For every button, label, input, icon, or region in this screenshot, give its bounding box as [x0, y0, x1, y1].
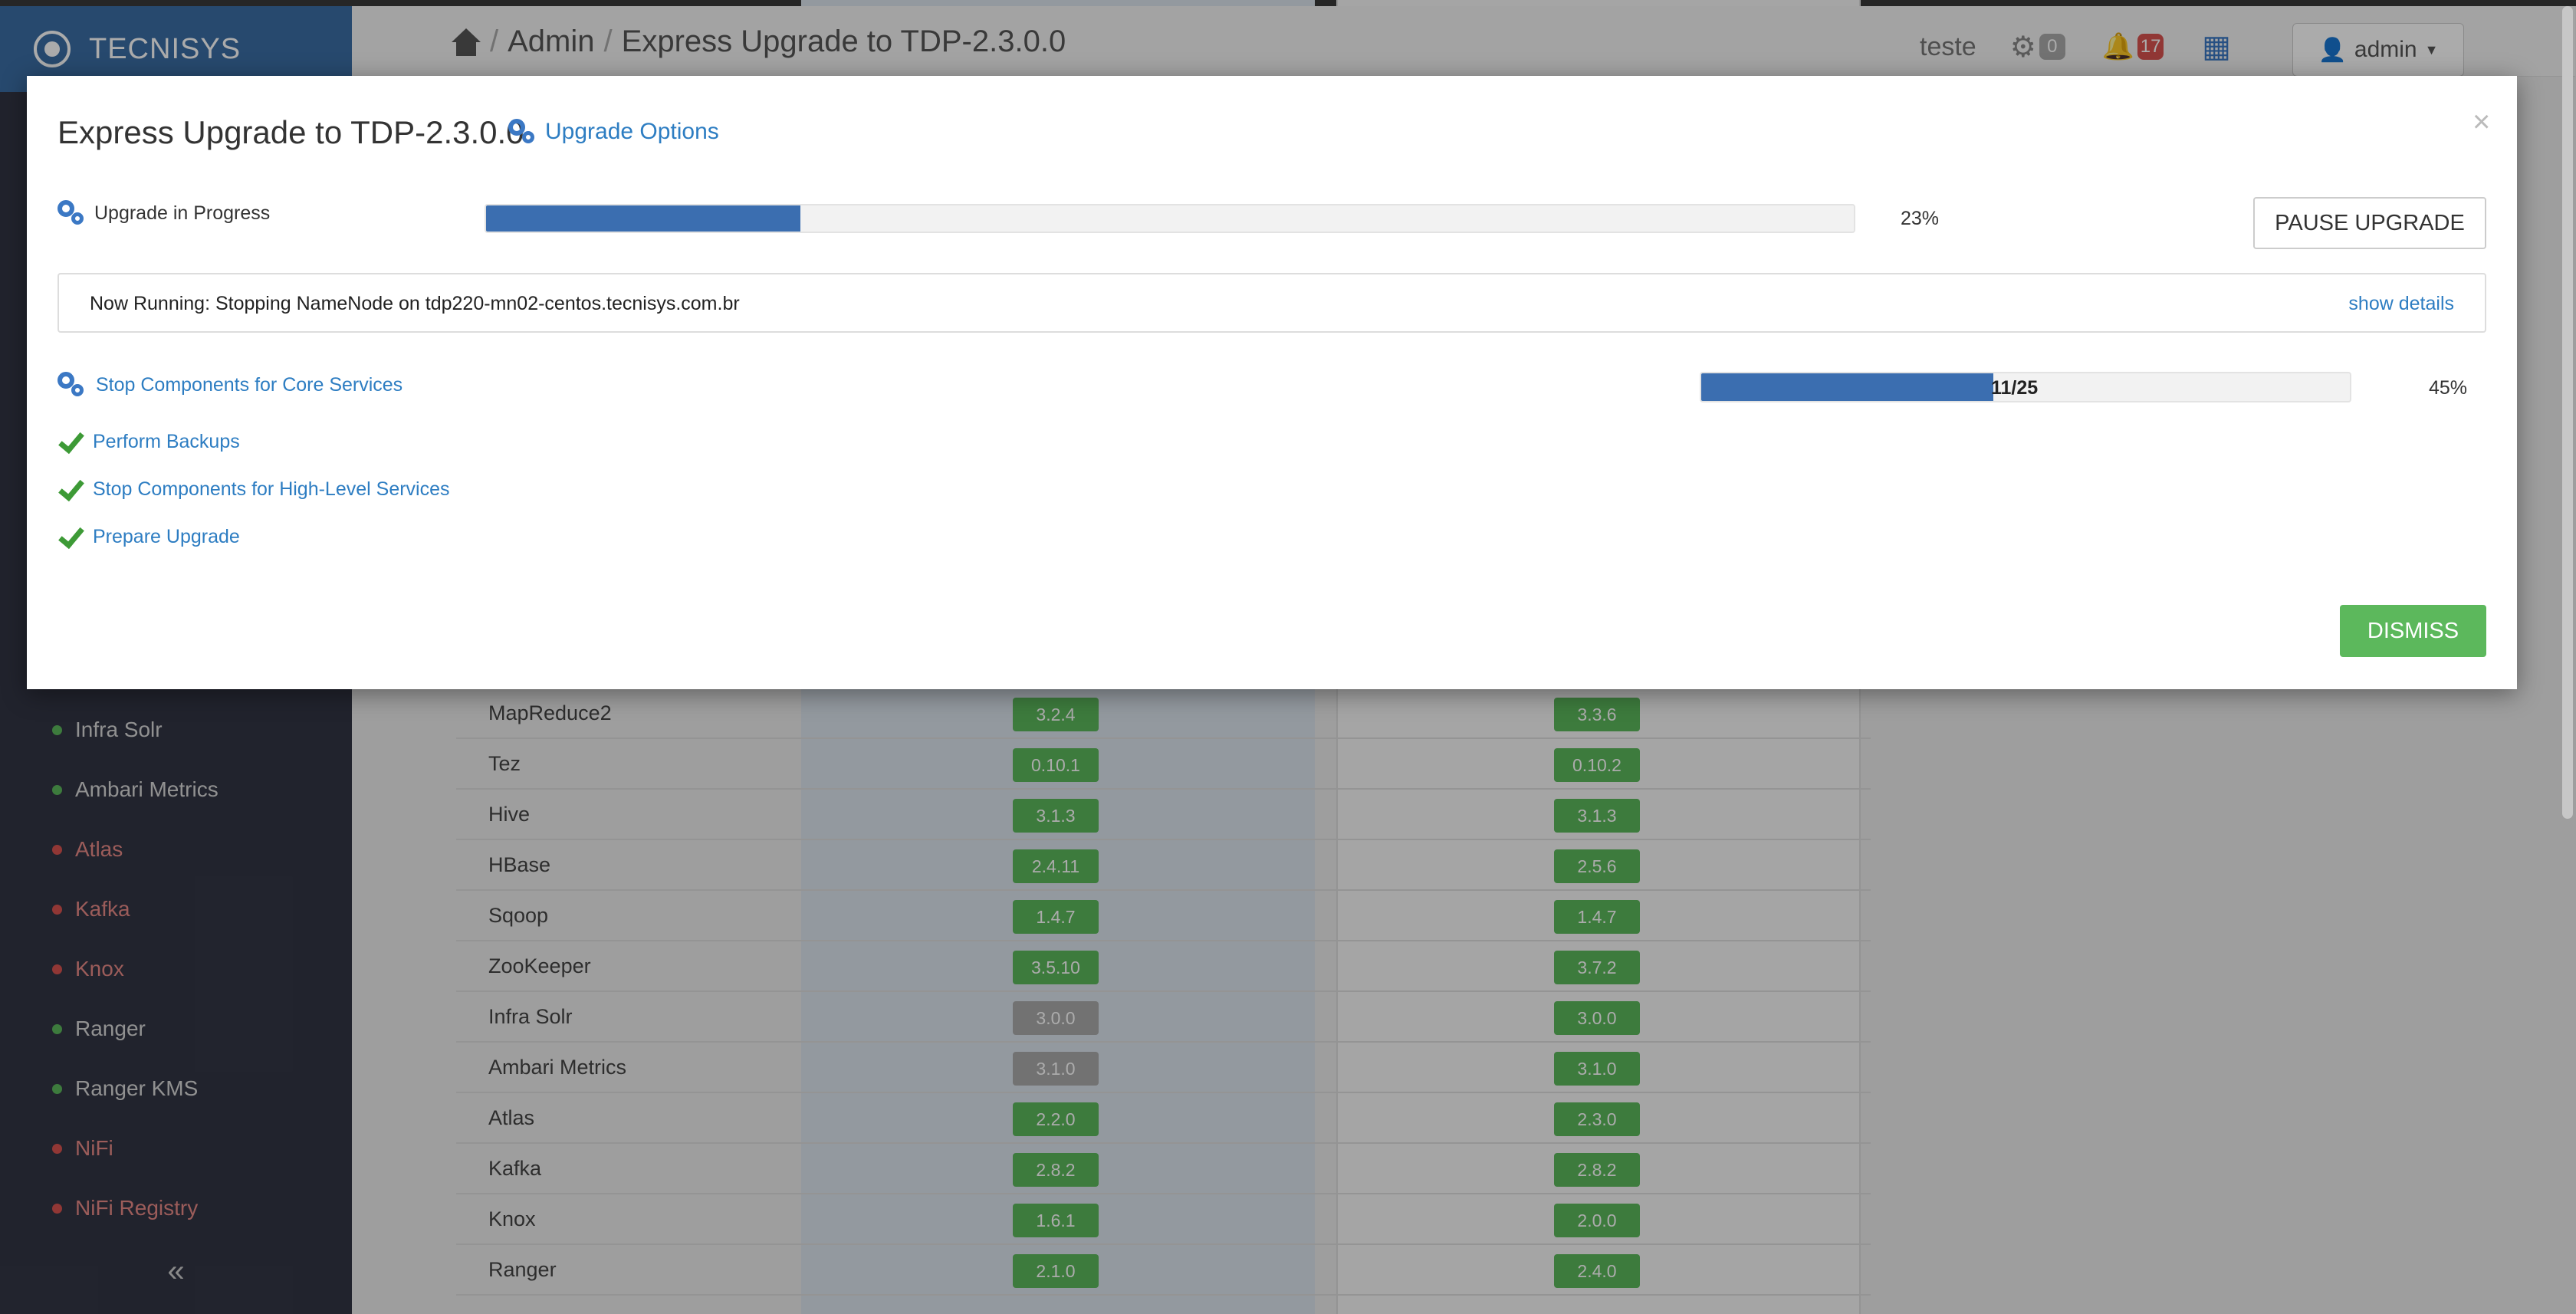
- upgrade-status: Upgrade in Progress: [58, 200, 270, 226]
- close-icon[interactable]: ×: [2472, 105, 2490, 140]
- pause-upgrade-button[interactable]: PAUSE UPGRADE: [2253, 197, 2486, 249]
- upgrade-progress-percent: 23%: [1901, 208, 1940, 229]
- completed-task-label: Stop Components for High-Level Services: [93, 478, 450, 500]
- upgrade-progress-bar: [485, 204, 1855, 233]
- check-icon: [58, 525, 80, 548]
- now-running-box: Now Running: Stopping NameNode on tdp220…: [58, 273, 2486, 333]
- current-task[interactable]: Stop Components for Core Services: [58, 372, 402, 398]
- completed-task[interactable]: Stop Components for High-Level Services: [58, 478, 450, 501]
- gears-icon: [508, 119, 534, 145]
- upgrade-modal: Express Upgrade to TDP-2.3.0.0 Upgrade O…: [27, 76, 2517, 689]
- upgrade-status-label: Upgrade in Progress: [94, 202, 271, 224]
- task-progress-fill: [1701, 373, 1993, 401]
- upgrade-options-label: Upgrade Options: [545, 119, 719, 144]
- task-progress-percent: 45%: [2429, 377, 2468, 399]
- completed-task[interactable]: Perform Backups: [58, 430, 240, 453]
- completed-task-label: Prepare Upgrade: [93, 525, 240, 547]
- dismiss-button[interactable]: DISMISS: [2340, 605, 2486, 657]
- current-task-label: Stop Components for Core Services: [96, 373, 403, 396]
- check-icon: [58, 478, 80, 501]
- now-running-text: Now Running: Stopping NameNode on tdp220…: [90, 293, 740, 314]
- gears-icon: [58, 200, 84, 226]
- completed-task-label: Perform Backups: [93, 430, 240, 452]
- modal-title: Express Upgrade to TDP-2.3.0.0: [58, 114, 524, 150]
- check-icon: [58, 430, 80, 453]
- task-progress-count: 11/25: [1991, 377, 2039, 399]
- show-details-link[interactable]: show details: [2348, 293, 2454, 315]
- gears-icon: [58, 372, 84, 398]
- scrollbar[interactable]: [2562, 6, 2573, 819]
- upgrade-progress-fill: [486, 205, 801, 232]
- completed-task[interactable]: Prepare Upgrade: [58, 525, 240, 548]
- upgrade-options-link[interactable]: Upgrade Options: [508, 119, 719, 145]
